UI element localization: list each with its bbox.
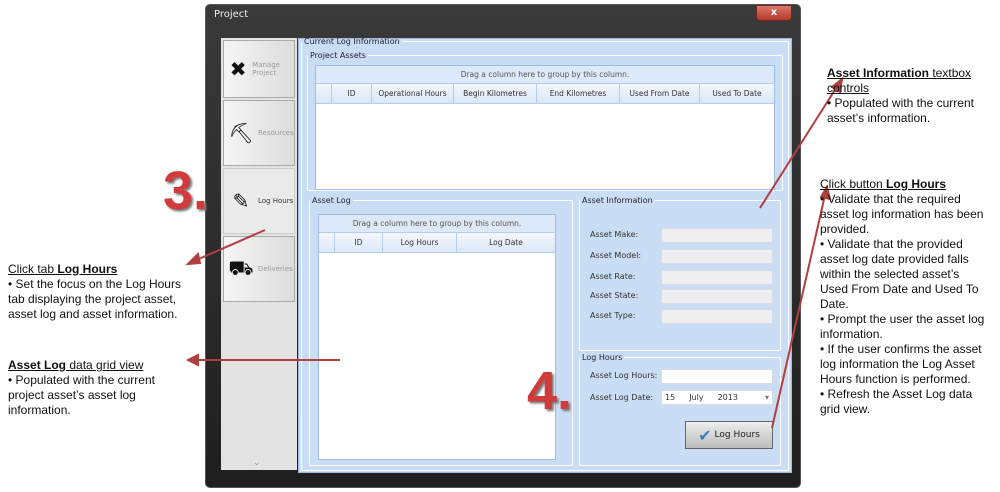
callout-asset-information: Asset Information textbox controls • Popu… — [827, 66, 974, 125]
callout-asset-log-grid: Asset Log data grid view • Populated with… — [8, 358, 155, 417]
callout-log-hours-button: Click button Log Hours • Validate that t… — [820, 177, 985, 416]
callout-log-hours-tab: Click tab Log Hours • Set the focus on th… — [8, 262, 181, 321]
arrowhead — [185, 353, 199, 367]
arrow-tab — [191, 229, 266, 263]
arrow-button — [771, 194, 826, 429]
